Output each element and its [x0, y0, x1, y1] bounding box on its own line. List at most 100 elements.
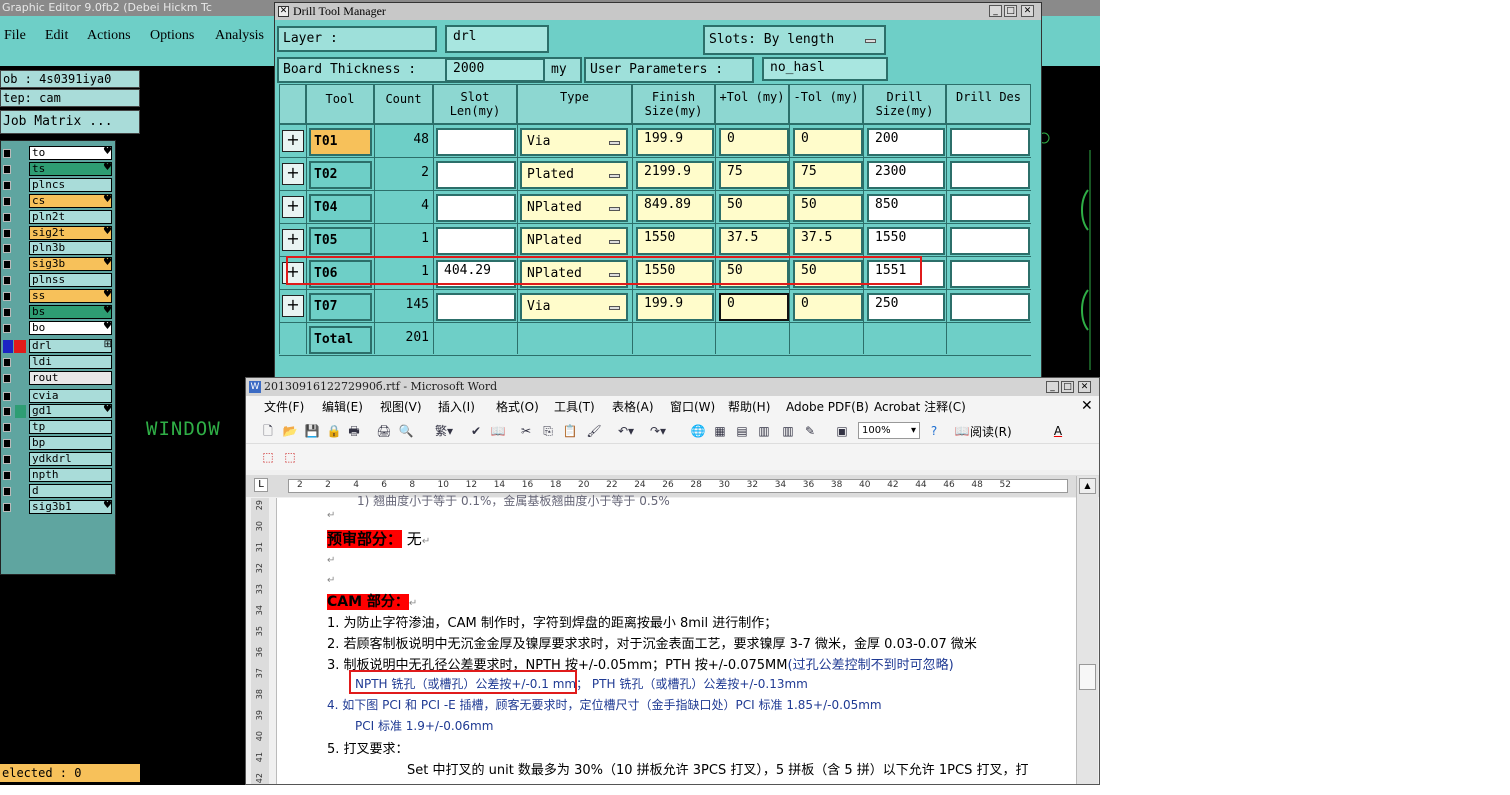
- drill-size-input[interactable]: 1550: [867, 227, 945, 255]
- insert-excel-icon[interactable]: ▥: [756, 423, 772, 439]
- drill-size-input[interactable]: 850: [867, 194, 945, 222]
- minus-tol-input[interactable]: 0: [793, 293, 863, 321]
- layer-row-ts[interactable]: ts ♥: [1, 161, 115, 177]
- read-button[interactable]: 阅读(R): [970, 423, 1012, 440]
- layer-row-sig2t[interactable]: sig2t ♥: [1, 225, 115, 241]
- layer-row-to[interactable]: to ♥: [1, 146, 115, 161]
- word-minimize-icon[interactable]: _: [1046, 381, 1059, 393]
- plus-tol-input[interactable]: 0: [719, 128, 789, 156]
- layer-row-d[interactable]: d: [1, 483, 115, 499]
- layer-row-sig3b[interactable]: sig3b ♥: [1, 257, 115, 272]
- finish-size-input[interactable]: 1550: [636, 227, 714, 255]
- document-page[interactable]: 1) 翘曲度小于等于 0.1%，金属基板翘曲度小于等于 0.5% ↵ 预审部分：…: [276, 494, 1076, 784]
- layer-row-cvia[interactable]: cvia: [1, 388, 115, 404]
- word-menu-item[interactable]: 编辑(E): [322, 396, 363, 418]
- maximize-icon[interactable]: □: [1004, 5, 1017, 17]
- board-thickness-input[interactable]: 2000: [445, 58, 545, 82]
- doc-close-icon[interactable]: ✕: [1081, 398, 1093, 414]
- convert-pdf-icon[interactable]: ⬚: [260, 449, 276, 465]
- research-icon[interactable]: 📖: [490, 423, 506, 439]
- word-maximize-icon[interactable]: □: [1061, 381, 1074, 393]
- plus-tol-input[interactable]: 37.5: [719, 227, 789, 255]
- slots-dropdown[interactable]: Slots: By length: [703, 25, 886, 55]
- layer-checkbox[interactable]: [3, 149, 11, 158]
- plus-tol-input[interactable]: 0: [719, 293, 789, 321]
- pdf-email-icon[interactable]: ⬚: [282, 449, 298, 465]
- minus-tol-input[interactable]: 75: [793, 161, 863, 189]
- paste-icon[interactable]: 📋: [562, 423, 578, 439]
- layer-row-tp[interactable]: tp: [1, 420, 115, 435]
- minus-tol-input[interactable]: 50: [793, 194, 863, 222]
- drill-des-input[interactable]: [950, 260, 1030, 288]
- spelling-icon[interactable]: ✔: [468, 423, 484, 439]
- menu-analysis[interactable]: Analysis: [215, 28, 264, 44]
- layer-checkbox[interactable]: [3, 196, 11, 206]
- drill-des-input[interactable]: [950, 293, 1030, 321]
- slot-length-input[interactable]: [436, 293, 516, 321]
- layer-row-ldi[interactable]: ldi: [1, 354, 115, 370]
- traditional-chinese-icon[interactable]: 繁▾: [431, 423, 457, 439]
- word-menu-item[interactable]: 文件(F): [264, 396, 304, 418]
- drill-size-input[interactable]: 200: [867, 128, 945, 156]
- tool-button[interactable]: T01: [309, 128, 372, 156]
- drill-size-input[interactable]: 2300: [867, 161, 945, 189]
- job-matrix-button[interactable]: Job Matrix ...: [0, 110, 140, 134]
- scroll-thumb[interactable]: [1079, 664, 1096, 690]
- save-icon[interactable]: 💾: [304, 423, 320, 439]
- word-menu-item[interactable]: 窗口(W): [670, 396, 715, 418]
- drawing-icon[interactable]: ✎: [802, 423, 818, 439]
- tool-button[interactable]: T05: [309, 227, 372, 255]
- permission-icon[interactable]: 🔒: [326, 423, 342, 439]
- slot-length-input[interactable]: [436, 194, 516, 222]
- print-icon[interactable]: 🖨: [376, 423, 392, 439]
- word-close-icon[interactable]: ✕: [1078, 381, 1091, 393]
- word-menu-item[interactable]: 视图(V): [380, 396, 422, 418]
- columns-icon[interactable]: ▥: [780, 423, 796, 439]
- layer-row-drl[interactable]: drl ⊞: [1, 338, 115, 354]
- window-menu-icon[interactable]: ✕: [278, 6, 289, 17]
- layer-checkbox[interactable]: [3, 164, 11, 174]
- layer-checkbox[interactable]: [3, 423, 11, 433]
- layer-checkbox[interactable]: [3, 244, 11, 254]
- insert-table-icon[interactable]: ▤: [734, 423, 750, 439]
- drill-des-input[interactable]: [950, 161, 1030, 189]
- plus-tol-input[interactable]: 75: [719, 161, 789, 189]
- redo-icon[interactable]: ↷▾: [646, 423, 670, 439]
- cut-icon[interactable]: ✂: [518, 423, 534, 439]
- user-parameters-button[interactable]: User Parameters :: [584, 57, 754, 83]
- type-dropdown[interactable]: NPlated: [520, 194, 628, 222]
- word-menu-item[interactable]: Adobe PDF(B): [786, 396, 869, 418]
- minus-tol-input[interactable]: 0: [793, 128, 863, 156]
- drill-des-input[interactable]: [950, 128, 1030, 156]
- type-dropdown[interactable]: Via: [520, 293, 628, 321]
- type-dropdown[interactable]: Via: [520, 128, 628, 156]
- expand-icon[interactable]: +: [282, 295, 304, 317]
- finish-size-input[interactable]: 849.89: [636, 194, 714, 222]
- layer-checkbox[interactable]: [3, 486, 11, 496]
- layer-row-cs[interactable]: cs ♥: [1, 193, 115, 209]
- finish-size-input[interactable]: 2199.9: [636, 161, 714, 189]
- word-menu-item[interactable]: 工具(T): [554, 396, 595, 418]
- font-color-icon[interactable]: A: [1050, 423, 1066, 439]
- drill-des-input[interactable]: [950, 194, 1030, 222]
- word-menu-item[interactable]: 表格(A): [612, 396, 654, 418]
- layer-row-plncs[interactable]: plncs: [1, 177, 115, 193]
- layer-row-sig3b1[interactable]: sig3b1 ♥: [1, 499, 115, 515]
- layer-checkbox[interactable]: [3, 471, 11, 480]
- drill-des-input[interactable]: [950, 227, 1030, 255]
- layer-checkbox[interactable]: [3, 455, 11, 465]
- word-menu-item[interactable]: 帮助(H): [728, 396, 770, 418]
- expand-icon[interactable]: +: [282, 163, 304, 185]
- tables-borders-icon[interactable]: ▦: [712, 423, 728, 439]
- undo-icon[interactable]: ↶▾: [614, 423, 638, 439]
- print-preview-icon[interactable]: 🖶: [346, 423, 362, 439]
- layer-row-gd1[interactable]: gd1 ♥: [1, 404, 115, 419]
- drill-size-input[interactable]: 250: [867, 293, 945, 321]
- new-doc-icon[interactable]: 🗋: [260, 423, 276, 439]
- expand-icon[interactable]: +: [282, 229, 304, 251]
- slot-length-input[interactable]: [436, 161, 516, 189]
- hyperlink-icon[interactable]: 🌐: [690, 423, 706, 439]
- layer-checkbox[interactable]: [3, 276, 11, 286]
- menu-file[interactable]: File: [4, 28, 26, 44]
- layer-checkbox[interactable]: [3, 373, 11, 383]
